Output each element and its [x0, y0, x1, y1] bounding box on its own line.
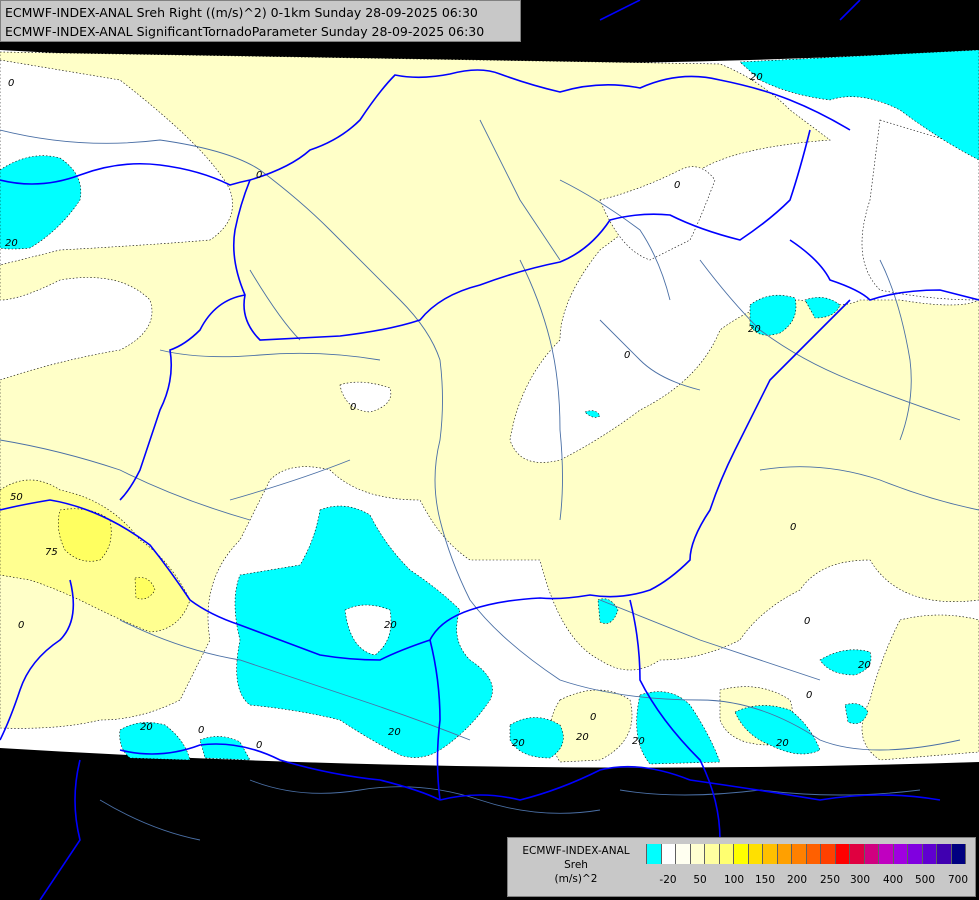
legend-swatch: [850, 844, 865, 864]
contour-label: 50: [10, 492, 23, 503]
legend-swatch: [748, 844, 763, 864]
legend-tick-label: 150: [754, 874, 776, 886]
weather-map: 0 0 20 0 0 0 20 50 75 0 20 0 0 20 20 20 …: [0, 0, 979, 900]
contour-label: 0: [198, 725, 204, 736]
map-title-line-2: ECMWF-INDEX-ANAL SignificantTornadoParam…: [5, 24, 485, 39]
legend-swatch: [821, 844, 836, 864]
legend-tick-label: 300: [849, 874, 871, 886]
legend-swatch: [922, 844, 937, 864]
map-viewer: 0 0 20 0 0 0 20 50 75 0 20 0 0 20 20 20 …: [0, 0, 979, 900]
contour-label: 75: [45, 547, 58, 558]
legend-tick-label: 200: [786, 874, 808, 886]
contour-label: 20: [5, 238, 18, 249]
legend-swatch: [777, 844, 792, 864]
contour-label: 0: [8, 78, 14, 89]
color-legend: ECMWF-INDEX-ANAL Sreh (m/s)^2 -20 50 100 15…: [507, 837, 976, 897]
contour-label: 20: [748, 324, 761, 335]
legend-swatch: [951, 844, 966, 864]
legend-swatch: [835, 844, 850, 864]
legend-tick-label: 500: [914, 874, 936, 886]
legend-swatch: [676, 844, 691, 864]
legend-swatch: [908, 844, 923, 864]
contour-label: 0: [350, 402, 356, 413]
legend-tick-label: 100: [723, 874, 745, 886]
legend-swatch: [937, 844, 952, 864]
map-title-line-1: ECMWF-INDEX-ANAL Sreh Right ((m/s)^2) 0-…: [5, 5, 478, 20]
legend-swatches: [646, 844, 966, 864]
contour-label: 20: [140, 722, 153, 733]
contour-label: 0: [256, 740, 262, 751]
legend-swatch: [661, 844, 676, 864]
legend-swatch: [734, 844, 749, 864]
contour-label: 20: [512, 738, 525, 749]
legend-tick-label: 50: [693, 874, 707, 886]
legend-swatch: [792, 844, 807, 864]
contour-label: 20: [632, 736, 645, 747]
contour-label: 0: [674, 180, 680, 191]
contour-label: 0: [256, 170, 262, 181]
legend-title: ECMWF-INDEX-ANAL Sreh (m/s)^2: [508, 844, 644, 886]
contour-label: 20: [576, 732, 589, 743]
contour-label: 20: [388, 727, 401, 738]
legend-swatch: [893, 844, 908, 864]
legend-swatch: [763, 844, 778, 864]
legend-swatch: [806, 844, 821, 864]
contour-label: 0: [624, 350, 630, 361]
legend-swatch: [705, 844, 720, 864]
legend-tick-label: 400: [882, 874, 904, 886]
legend-title-model: ECMWF-INDEX-ANAL: [522, 845, 630, 857]
legend-tick-label: -20: [659, 874, 677, 886]
contour-label: 20: [776, 738, 789, 749]
contour-label: 0: [790, 522, 796, 533]
legend-swatch: [690, 844, 705, 864]
map-title-box: ECMWF-INDEX-ANAL Sreh Right ((m/s)^2) 0-…: [0, 0, 521, 42]
legend-tick-label: 700: [947, 874, 969, 886]
contour-label: 20: [858, 660, 871, 671]
legend-swatch: [719, 844, 734, 864]
contour-label: 0: [804, 616, 810, 627]
contour-label: 0: [590, 712, 596, 723]
legend-swatch: [864, 844, 879, 864]
legend-tick-label: 250: [819, 874, 841, 886]
legend-swatch: [879, 844, 894, 864]
legend-ticks: -20 50 100 150 200 250 300 400 500 700: [646, 874, 969, 888]
legend-swatch: [646, 844, 662, 864]
legend-title-unit: (m/s)^2: [554, 873, 598, 885]
legend-title-variable: Sreh: [564, 859, 588, 871]
contour-label: 20: [384, 620, 397, 631]
contour-label: 0: [18, 620, 24, 631]
contour-label: 0: [806, 690, 812, 701]
contour-label: 20: [750, 72, 763, 83]
